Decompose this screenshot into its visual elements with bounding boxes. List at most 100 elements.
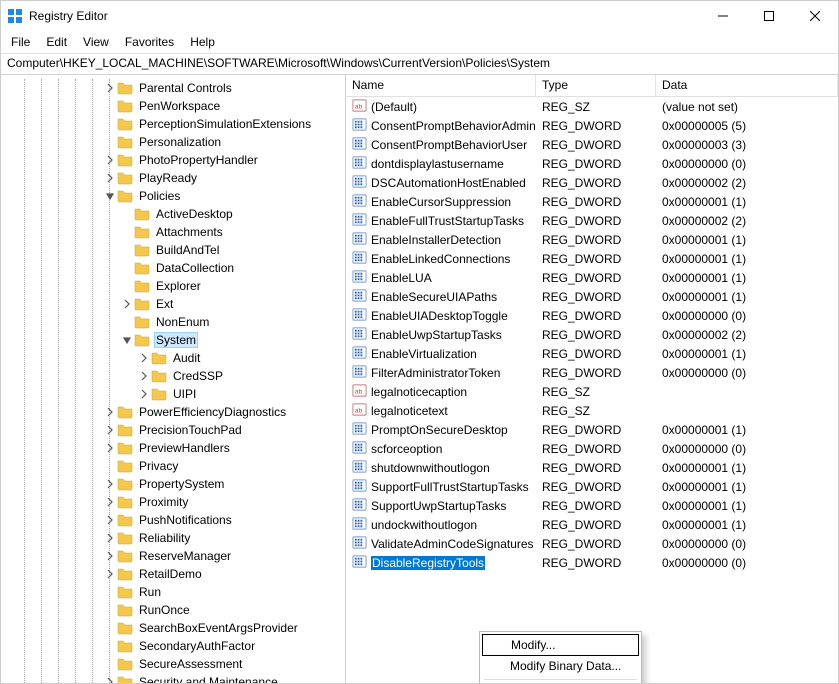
details-pane[interactable]: Name Type Data ab(Default)REG_SZ(value n… <box>346 75 838 683</box>
tree-item[interactable]: Reliability <box>1 529 345 547</box>
tree-item[interactable]: Security and Maintenance <box>1 673 345 683</box>
expand-icon[interactable] <box>103 569 117 579</box>
expand-icon[interactable] <box>103 533 117 543</box>
value-icon <box>352 288 367 306</box>
tree-item[interactable]: Ext <box>1 295 345 313</box>
value-row[interactable]: undockwithoutlogonREG_DWORD0x00000001 (1… <box>346 515 838 534</box>
tree-item[interactable]: SecondaryAuthFactor <box>1 637 345 655</box>
value-row[interactable]: ab(Default)REG_SZ(value not set) <box>346 97 838 116</box>
ctx-modify-binary[interactable]: Modify Binary Data... <box>482 656 639 676</box>
value-row[interactable]: scforceoptionREG_DWORD0x00000000 (0) <box>346 439 838 458</box>
value-row[interactable]: DSCAutomationHostEnabledREG_DWORD0x00000… <box>346 173 838 192</box>
expand-icon[interactable] <box>103 155 117 165</box>
tree-item[interactable]: Audit <box>1 349 345 367</box>
tree-item[interactable]: PrecisionTouchPad <box>1 421 345 439</box>
value-row[interactable]: EnableLUAREG_DWORD0x00000001 (1) <box>346 268 838 287</box>
value-row[interactable]: SupportFullTrustStartupTasksREG_DWORD0x0… <box>346 477 838 496</box>
tree-item[interactable]: SearchBoxEventArgsProvider <box>1 619 345 637</box>
tree-item[interactable]: RunOnce <box>1 601 345 619</box>
menu-edit[interactable]: Edit <box>46 35 67 49</box>
tree-item[interactable]: RetailDemo <box>1 565 345 583</box>
maximize-button[interactable] <box>746 1 792 31</box>
column-data[interactable]: Data <box>656 75 838 96</box>
value-row[interactable]: DisableRegistryToolsREG_DWORD0x00000000 … <box>346 553 838 572</box>
tree-item[interactable]: PushNotifications <box>1 511 345 529</box>
expand-icon[interactable] <box>120 299 134 309</box>
expand-icon[interactable] <box>103 191 117 201</box>
tree-item[interactable]: Run <box>1 583 345 601</box>
tree-item[interactable]: NonEnum <box>1 313 345 331</box>
expand-icon[interactable] <box>103 551 117 561</box>
value-row[interactable]: FilterAdministratorTokenREG_DWORD0x00000… <box>346 363 838 382</box>
value-row[interactable]: ablegalnoticecaptionREG_SZ <box>346 382 838 401</box>
tree-item[interactable]: Parental Controls <box>1 79 345 97</box>
value-row[interactable]: EnableFullTrustStartupTasksREG_DWORD0x00… <box>346 211 838 230</box>
column-type[interactable]: Type <box>536 75 656 96</box>
value-row[interactable]: ConsentPromptBehaviorUserREG_DWORD0x0000… <box>346 135 838 154</box>
tree-item[interactable]: BuildAndTel <box>1 241 345 259</box>
column-name[interactable]: Name <box>346 75 536 96</box>
menu-help[interactable]: Help <box>190 35 215 49</box>
expand-icon[interactable] <box>103 443 117 453</box>
expand-icon[interactable] <box>120 335 134 345</box>
tree-item[interactable]: System <box>1 331 345 349</box>
menu-file[interactable]: File <box>11 35 30 49</box>
value-row[interactable]: ablegalnoticetextREG_SZ <box>346 401 838 420</box>
tree-item[interactable]: SecureAssessment <box>1 655 345 673</box>
value-row[interactable]: EnableUIADesktopToggleREG_DWORD0x0000000… <box>346 306 838 325</box>
close-button[interactable] <box>792 1 838 31</box>
tree-item[interactable]: CredSSP <box>1 367 345 385</box>
menu-favorites[interactable]: Favorites <box>125 35 174 49</box>
value-row[interactable]: EnableCursorSuppressionREG_DWORD0x000000… <box>346 192 838 211</box>
tree-item[interactable]: PhotoPropertyHandler <box>1 151 345 169</box>
expand-icon[interactable] <box>103 677 117 683</box>
expand-icon[interactable] <box>103 479 117 489</box>
value-row[interactable]: SupportUwpStartupTasksREG_DWORD0x0000000… <box>346 496 838 515</box>
tree-item[interactable]: ReserveManager <box>1 547 345 565</box>
ctx-modify[interactable]: Modify... <box>482 634 639 656</box>
menu-view[interactable]: View <box>83 35 109 49</box>
value-row[interactable]: PromptOnSecureDesktopREG_DWORD0x00000001… <box>346 420 838 439</box>
value-row[interactable]: shutdownwithoutlogonREG_DWORD0x00000001 … <box>346 458 838 477</box>
tree-item[interactable]: Proximity <box>1 493 345 511</box>
address-bar[interactable]: Computer\HKEY_LOCAL_MACHINE\SOFTWARE\Mic… <box>1 53 838 75</box>
expand-icon[interactable] <box>137 371 151 381</box>
tree-item[interactable]: Privacy <box>1 457 345 475</box>
tree-item[interactable]: PowerEfficiencyDiagnostics <box>1 403 345 421</box>
value-row[interactable]: ValidateAdminCodeSignaturesREG_DWORD0x00… <box>346 534 838 553</box>
titlebar: Registry Editor <box>1 1 838 31</box>
expand-icon[interactable] <box>103 515 117 525</box>
value-row[interactable]: EnableVirtualizationREG_DWORD0x00000001 … <box>346 344 838 363</box>
tree-item[interactable]: Attachments <box>1 223 345 241</box>
value-row[interactable]: EnableLinkedConnectionsREG_DWORD0x000000… <box>346 249 838 268</box>
value-row[interactable]: EnableInstallerDetectionREG_DWORD0x00000… <box>346 230 838 249</box>
tree-item[interactable]: Policies <box>1 187 345 205</box>
tree-item[interactable]: DataCollection <box>1 259 345 277</box>
value-row[interactable]: EnableUwpStartupTasksREG_DWORD0x00000002… <box>346 325 838 344</box>
value-row[interactable]: ConsentPromptBehaviorAdminREG_DWORD0x000… <box>346 116 838 135</box>
value-type: REG_DWORD <box>536 176 656 190</box>
tree-item[interactable]: PreviewHandlers <box>1 439 345 457</box>
value-type: REG_DWORD <box>536 119 656 133</box>
value-row[interactable]: EnableSecureUIAPathsREG_DWORD0x00000001 … <box>346 287 838 306</box>
value-row[interactable]: dontdisplaylastusernameREG_DWORD0x000000… <box>346 154 838 173</box>
tree-item[interactable]: PlayReady <box>1 169 345 187</box>
expand-icon[interactable] <box>103 497 117 507</box>
value-type: REG_DWORD <box>536 252 656 266</box>
tree-item[interactable]: PenWorkspace <box>1 97 345 115</box>
svg-text:ab: ab <box>355 103 363 110</box>
tree-item[interactable]: Explorer <box>1 277 345 295</box>
tree-item[interactable]: ActiveDesktop <box>1 205 345 223</box>
tree-item[interactable]: Personalization <box>1 133 345 151</box>
tree-item[interactable]: UIPI <box>1 385 345 403</box>
minimize-button[interactable] <box>700 1 746 31</box>
expand-icon[interactable] <box>103 425 117 435</box>
expand-icon[interactable] <box>103 173 117 183</box>
expand-icon[interactable] <box>103 83 117 93</box>
tree-item[interactable]: PropertySystem <box>1 475 345 493</box>
tree-item[interactable]: PerceptionSimulationExtensions <box>1 115 345 133</box>
expand-icon[interactable] <box>137 389 151 399</box>
expand-icon[interactable] <box>103 407 117 417</box>
tree-pane[interactable]: Parental ControlsPenWorkspacePerceptionS… <box>1 75 346 683</box>
expand-icon[interactable] <box>137 353 151 363</box>
